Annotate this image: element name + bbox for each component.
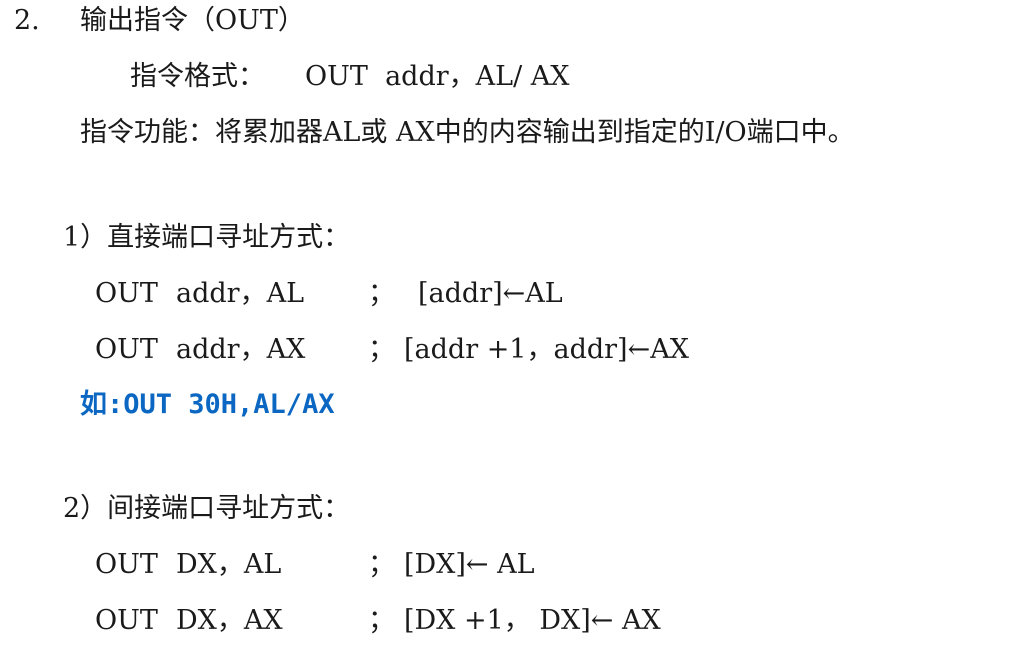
instruction-args: DX，AX: [176, 605, 283, 636]
comment-separator: ；: [368, 605, 395, 636]
instruction-args: DX，AL: [176, 549, 282, 580]
instruction-op: OUT: [95, 605, 158, 636]
indirect-addressing-heading: 2）间接端口寻址方式：: [63, 493, 351, 524]
instruction-comment: [DX +1， DX]← AX: [404, 605, 661, 636]
section-number: 2.: [14, 5, 40, 36]
instruction-op: OUT: [95, 278, 158, 309]
instruction-comment: [DX]← AL: [404, 549, 535, 580]
comment-separator: ；: [368, 278, 395, 309]
comment-separator: ；: [368, 334, 395, 365]
comment-separator: ；: [368, 549, 395, 580]
section-title: 输出指令（OUT）: [80, 5, 305, 36]
instruction-comment: [addr +1，addr]←AX: [404, 334, 689, 365]
format-value: OUT addr，AL/ AX: [305, 61, 570, 92]
direct-addressing-heading: 1）直接端口寻址方式：: [63, 222, 351, 253]
instruction-args: addr，AX: [176, 334, 306, 365]
example-line: 如:OUT 30H,AL/AX: [80, 389, 335, 420]
function-description: 指令功能：将累加器AL或 AX中的内容输出到指定的I/O端口中。: [80, 117, 855, 148]
instruction-comment: [addr]←AL: [418, 278, 563, 309]
instruction-op: OUT: [95, 334, 158, 365]
instruction-args: addr，AL: [176, 278, 304, 309]
instruction-op: OUT: [95, 549, 158, 580]
format-label: 指令格式：: [130, 61, 265, 92]
